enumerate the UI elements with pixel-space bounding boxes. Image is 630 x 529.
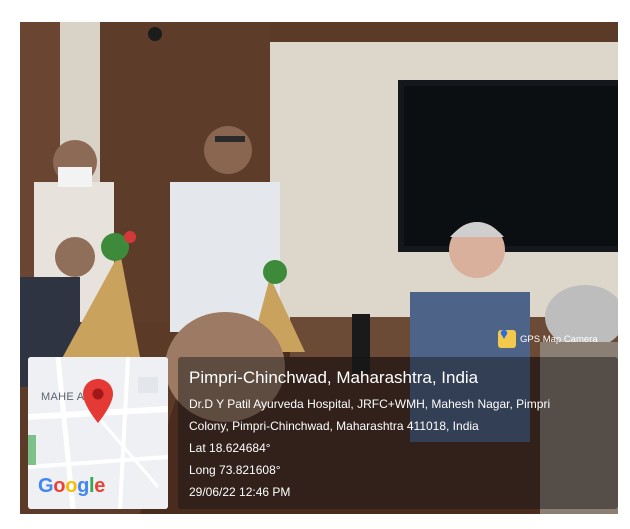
google-logo: Google: [38, 475, 106, 497]
geotag-overlay: MAHE AGAR Google Pimpri-Chinchwad, Mahar…: [28, 357, 618, 509]
place-name: Pimpri-Chinchwad, Maharashtra, India: [189, 368, 479, 387]
photo-frame: GPS Map Camera MAHE AGAR Google Pimpri-C…: [0, 0, 630, 529]
map-thumbnail: MAHE AGAR Google: [28, 357, 168, 509]
location-info-panel: Pimpri-Chinchwad, Maharashtra, India Dr.…: [178, 357, 618, 509]
map-pin-icon: [498, 329, 516, 348]
gps-map-camera-badge: GPS Map Camera: [498, 328, 604, 350]
badge-text: GPS Map Camera: [520, 333, 598, 345]
address-line-1: Dr.D Y Patil Ayurveda Hospital, JRFC+WMH…: [189, 397, 551, 411]
datetime: 29/06/22 12:46 PM: [189, 485, 291, 499]
latitude: Lat 18.624684°: [189, 441, 271, 455]
meeting-photo: GPS Map Camera MAHE AGAR Google Pimpri-C…: [20, 22, 618, 514]
address-line-2: Colony, Pimpri-Chinchwad, Maharashtra 41…: [189, 419, 479, 433]
longitude: Long 73.821608°: [189, 463, 281, 477]
